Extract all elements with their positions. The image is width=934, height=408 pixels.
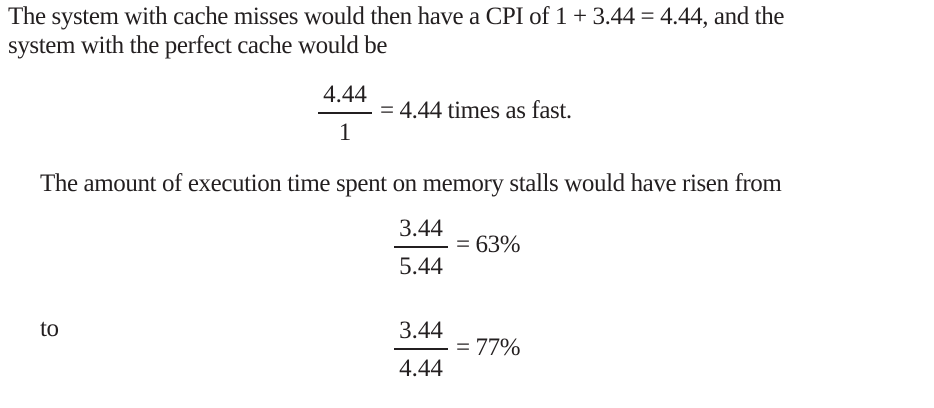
equation2-numerator: 3.44: [399, 215, 443, 242]
paragraph2: The amount of execution time spent on me…: [40, 170, 782, 197]
equation3-fraction: 3.44 4.44: [394, 318, 448, 388]
equation1-denominator: 1: [338, 119, 352, 146]
equation1-fraction: 4.44 1: [318, 82, 372, 152]
equation2-fraction: 3.44 5.44: [394, 216, 448, 286]
connector-to: to: [40, 315, 59, 342]
paragraph1-line2: system with the perfect cache would be: [8, 32, 388, 59]
equation3-result: = 77%: [456, 334, 521, 361]
equation3-denominator: 4.44: [399, 355, 443, 382]
fraction-bar: [318, 112, 372, 114]
equation1-result: = 4.44 times as fast.: [380, 97, 572, 124]
equation3-numerator: 3.44: [399, 317, 443, 344]
equation2-denominator: 5.44: [399, 253, 443, 280]
equation2-result: = 63%: [456, 231, 521, 258]
equation1-numerator: 4.44: [323, 81, 367, 108]
fraction-bar: [394, 348, 448, 350]
fraction-bar: [394, 246, 448, 248]
paragraph1-line1: The system with cache misses would then …: [8, 3, 785, 30]
